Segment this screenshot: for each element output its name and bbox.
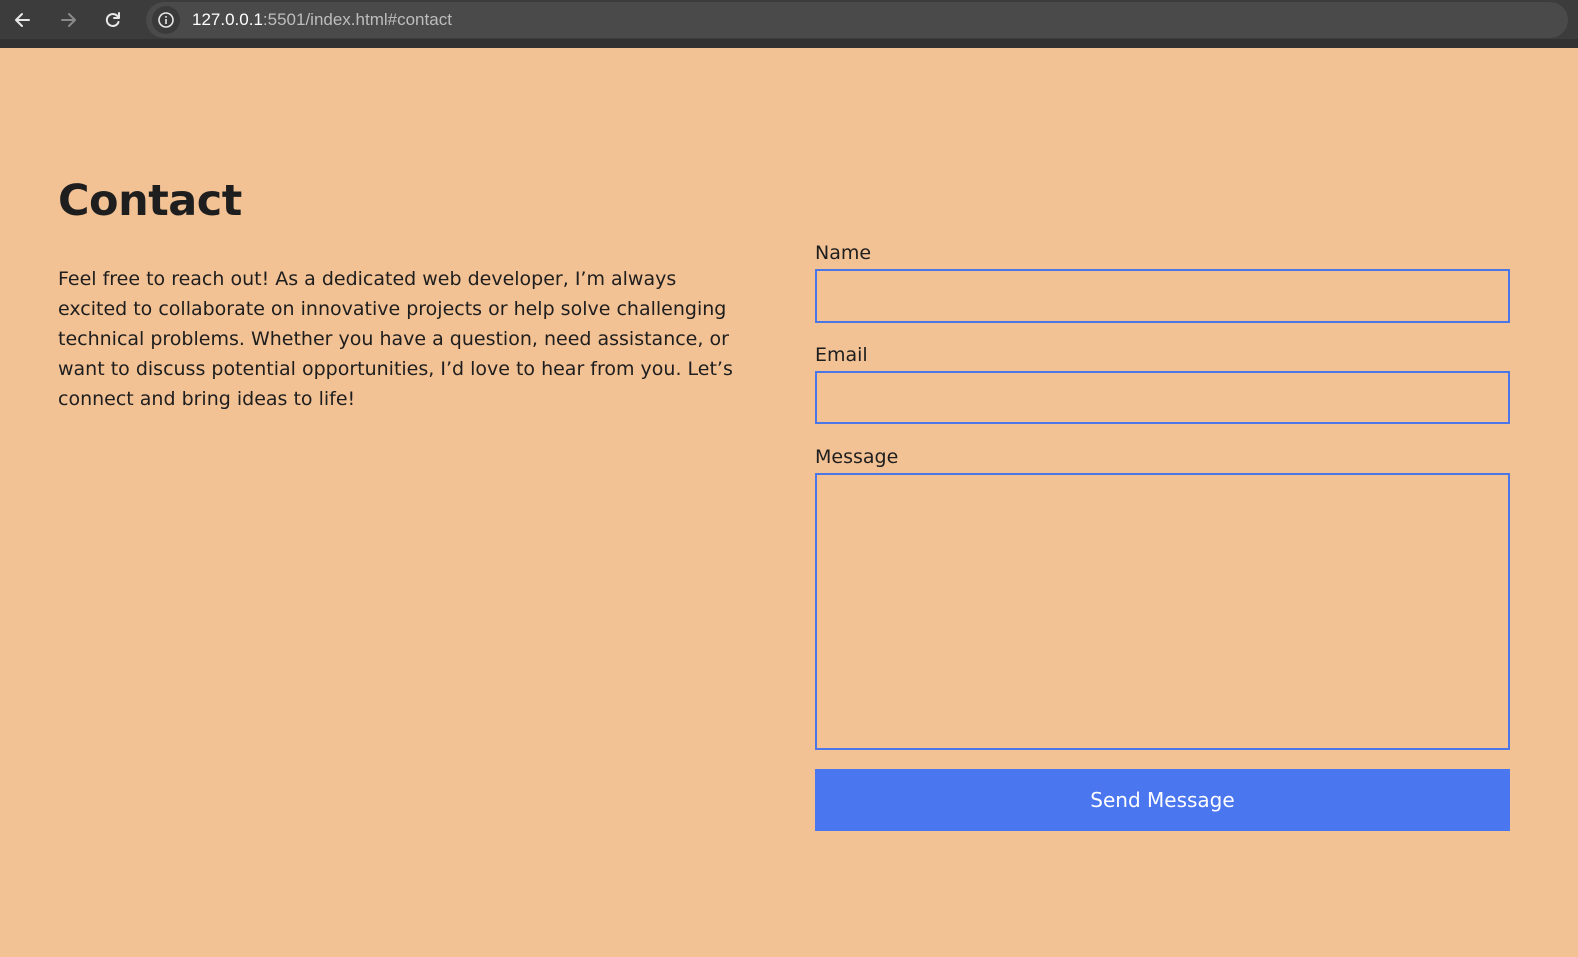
email-label: Email <box>815 344 868 366</box>
arrow-left-icon <box>15 13 30 27</box>
browser-toolbar: 127.0.0.1:5501/index.html#contact <box>0 0 1578 48</box>
url-text: 127.0.0.1:5501/index.html#contact <box>192 10 452 30</box>
forward-button[interactable] <box>52 4 84 36</box>
contact-intro-text: Feel free to reach out! As a dedicated w… <box>58 268 733 410</box>
address-bar[interactable]: 127.0.0.1:5501/index.html#contact <box>146 2 1568 38</box>
arrow-right-icon <box>61 13 76 27</box>
page-title: Contact <box>58 176 242 226</box>
email-input[interactable] <box>815 371 1510 424</box>
send-message-button[interactable]: Send Message <box>815 769 1510 831</box>
reload-icon <box>105 12 120 27</box>
url-host: 127.0.0.1 <box>192 10 263 29</box>
toolbar-divider <box>0 39 1578 48</box>
message-textarea[interactable] <box>815 473 1510 750</box>
name-label: Name <box>815 242 872 264</box>
info-circle-icon <box>158 12 174 28</box>
site-info-button[interactable] <box>152 6 180 34</box>
back-button[interactable] <box>7 4 39 36</box>
url-path: :5501/index.html#contact <box>262 10 452 29</box>
reload-button[interactable] <box>97 4 129 36</box>
message-label: Message <box>815 446 899 468</box>
name-input[interactable] <box>815 269 1510 323</box>
